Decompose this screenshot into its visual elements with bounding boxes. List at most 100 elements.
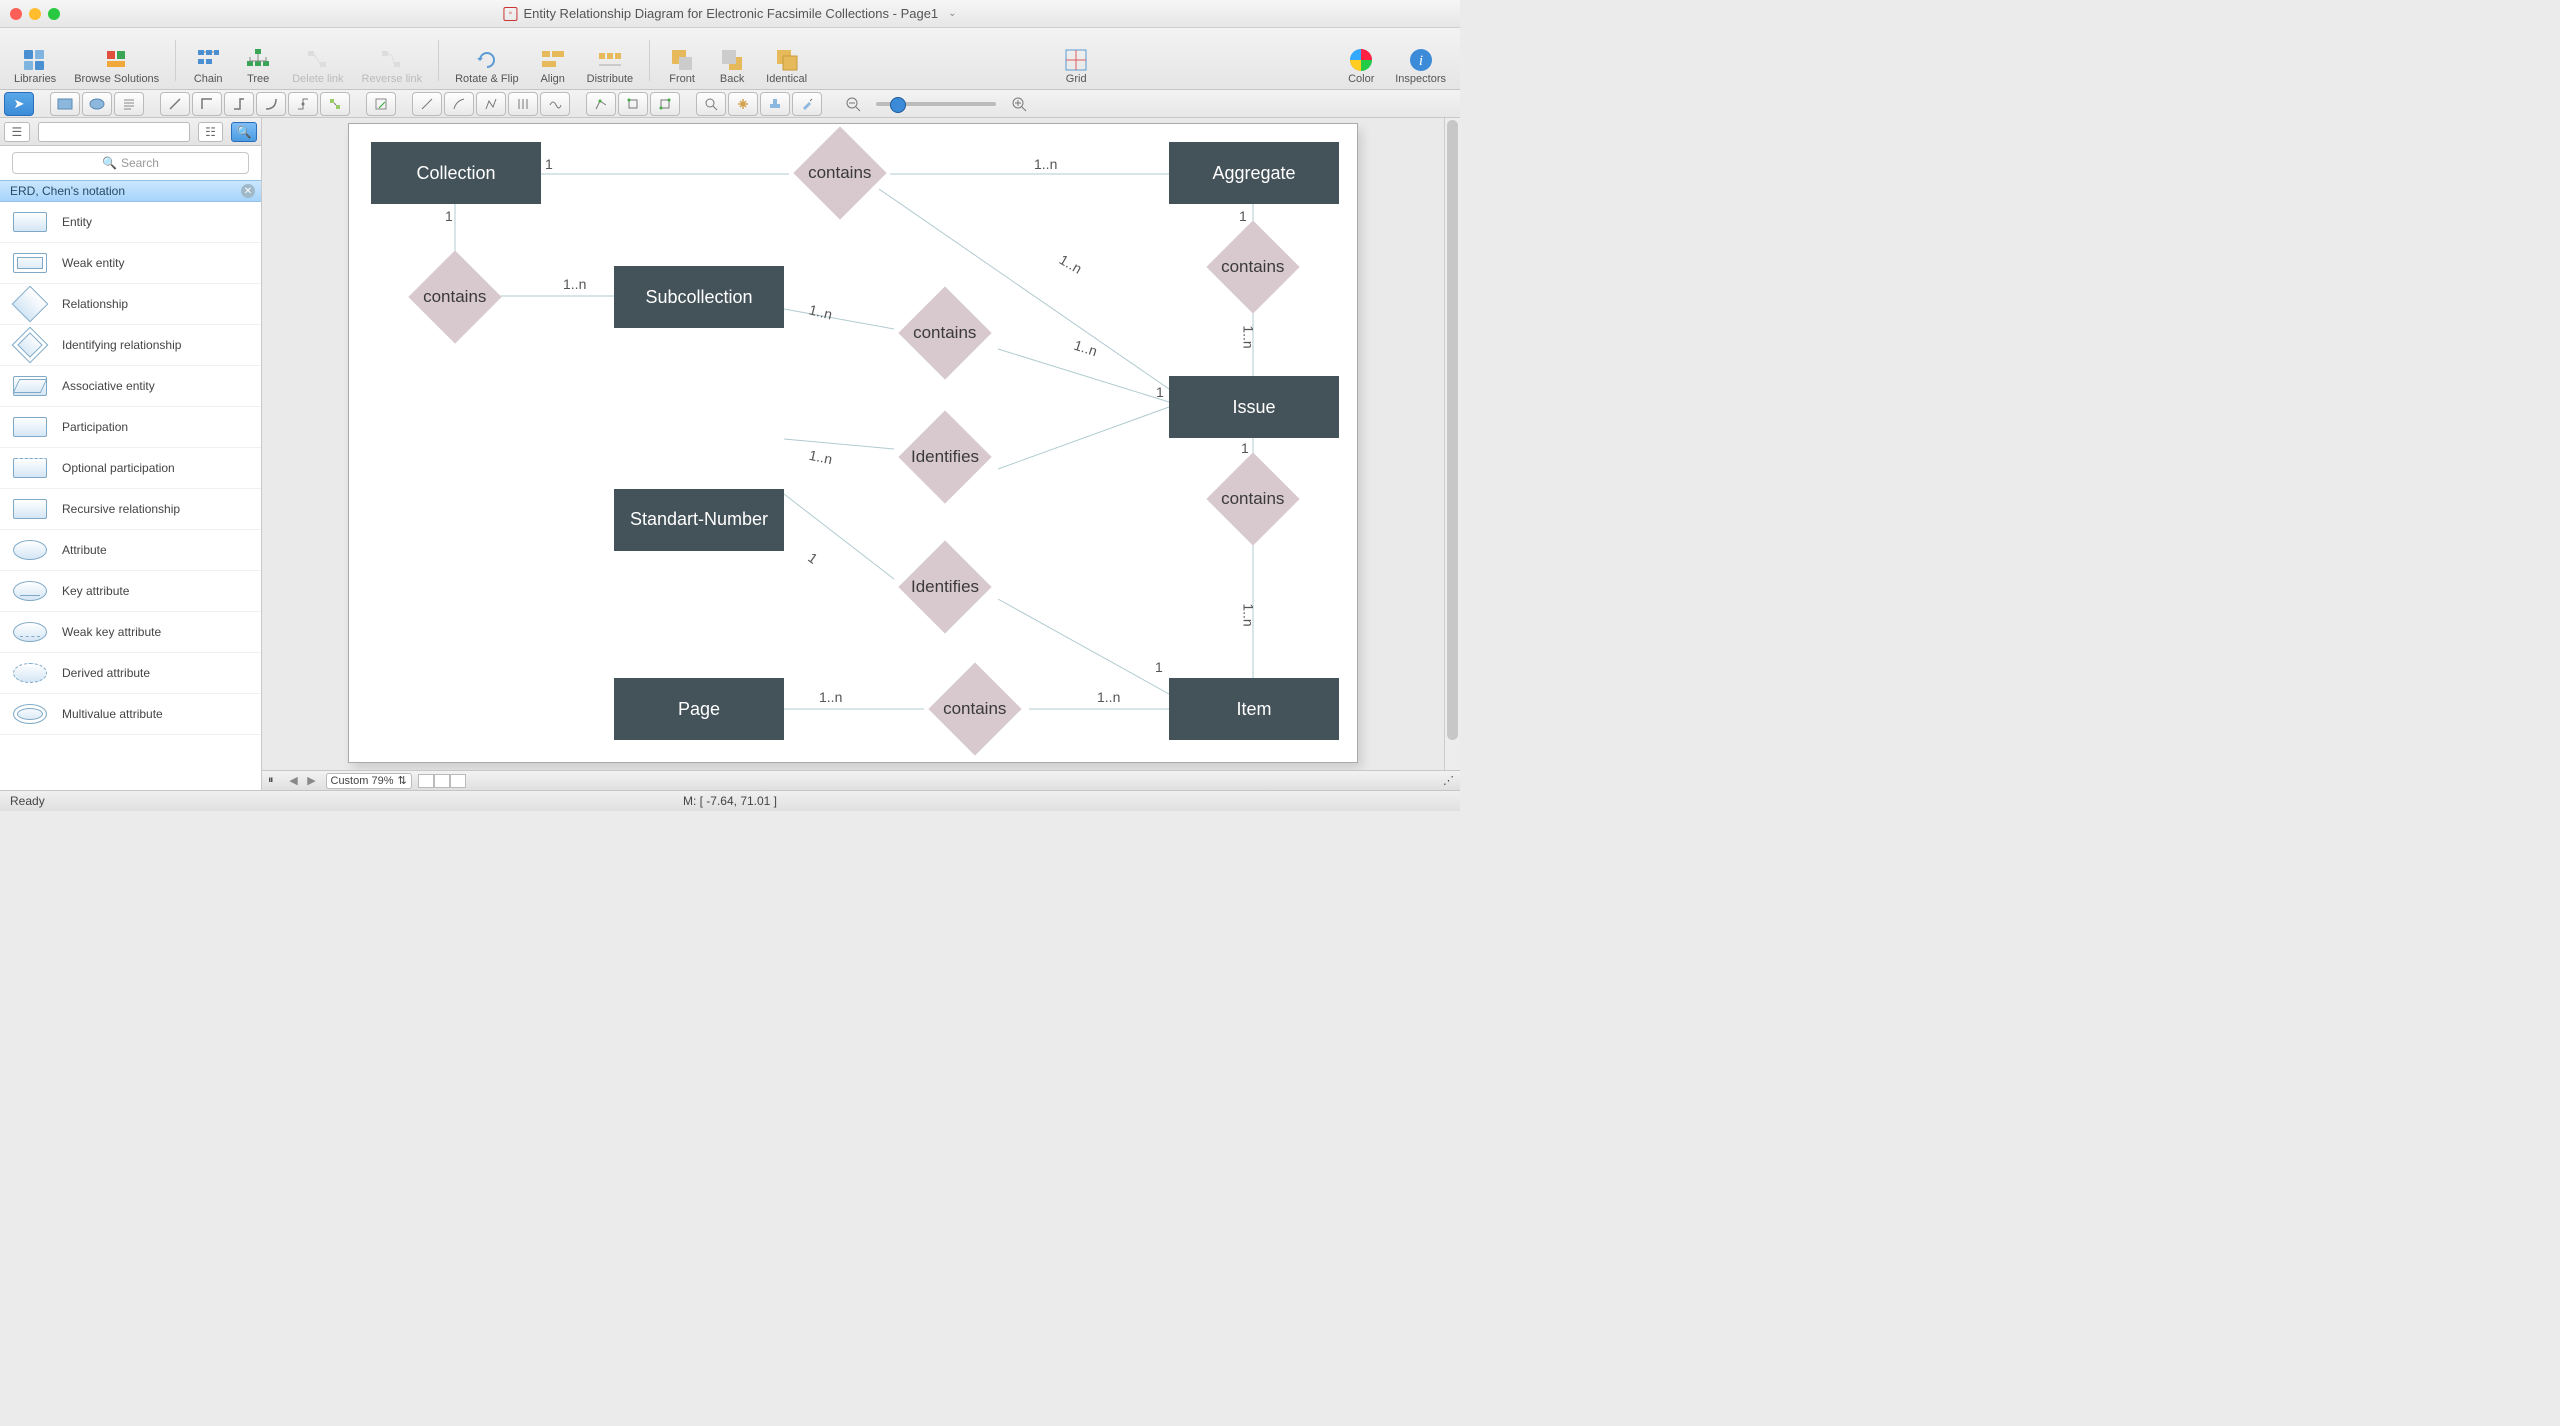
entity-standart-number[interactable]: Standart-Number	[614, 489, 784, 551]
search-mode-icon[interactable]: 🔍	[231, 122, 257, 142]
zoom-in-button[interactable]	[1004, 92, 1034, 116]
insert-tool[interactable]	[366, 92, 396, 116]
ellipse-tool[interactable]	[82, 92, 112, 116]
connector-tool-4[interactable]	[256, 92, 286, 116]
connector-tool-5[interactable]	[288, 92, 318, 116]
edit-tool-2[interactable]	[618, 92, 648, 116]
page-next-icon[interactable]: ▶	[304, 774, 320, 788]
back-button[interactable]: Back	[710, 34, 754, 87]
library-section-header[interactable]: ERD, Chen's notation ✕	[0, 180, 261, 202]
relationship-contains-1[interactable]: contains	[793, 126, 886, 219]
entity-collection[interactable]: Collection	[371, 142, 541, 204]
browse-solutions-button[interactable]: Browse Solutions	[68, 34, 165, 87]
line-tool-5[interactable]	[540, 92, 570, 116]
cardinality: 1	[1239, 208, 1247, 224]
relationship-contains-4[interactable]: contains	[1206, 220, 1299, 313]
connector-tool-1[interactable]	[160, 92, 190, 116]
lib-item-recursive-relationship[interactable]: Recursive relationship	[0, 489, 261, 530]
connector-lines	[349, 124, 1357, 762]
chevron-down-icon[interactable]: ⌄	[948, 8, 956, 19]
lib-item-weak-entity[interactable]: Weak entity	[0, 243, 261, 284]
relationship-contains-2[interactable]: contains	[408, 250, 501, 343]
grid-view-icon[interactable]: ☷	[198, 122, 224, 142]
lib-item-multivalue-attribute[interactable]: Multivalue attribute	[0, 694, 261, 735]
libraries-button[interactable]: Libraries	[8, 34, 62, 87]
view-mode-1[interactable]	[418, 774, 434, 788]
connector-tool-3[interactable]	[224, 92, 254, 116]
lib-item-attribute[interactable]: Attribute	[0, 530, 261, 571]
edit-tool-1[interactable]	[586, 92, 616, 116]
rotate-flip-button[interactable]: Rotate & Flip	[449, 34, 525, 87]
lib-item-associative-entity[interactable]: Associative entity	[0, 366, 261, 407]
relationship-contains-3[interactable]: contains	[898, 286, 991, 379]
entity-issue[interactable]: Issue	[1169, 376, 1339, 438]
entity-page[interactable]: Page	[614, 678, 784, 740]
chain-button[interactable]: Chain	[186, 34, 230, 87]
relationship-contains-5[interactable]: contains	[1206, 452, 1299, 545]
inspectors-button[interactable]: i Inspectors	[1389, 34, 1452, 87]
pan-tool[interactable]	[728, 92, 758, 116]
entity-label: Subcollection	[645, 287, 752, 308]
minimize-icon[interactable]	[29, 8, 41, 20]
identical-button[interactable]: Identical	[760, 34, 813, 87]
lib-item-participation[interactable]: Participation	[0, 407, 261, 448]
rectangle-tool[interactable]	[50, 92, 80, 116]
text-tool[interactable]	[114, 92, 144, 116]
connector-tool-2[interactable]	[192, 92, 222, 116]
eyedropper-tool[interactable]	[792, 92, 822, 116]
lib-item-relationship[interactable]: Relationship	[0, 284, 261, 325]
relationship-contains-6[interactable]: contains	[928, 662, 1021, 755]
front-button[interactable]: Front	[660, 34, 704, 87]
zoom-tool[interactable]	[696, 92, 726, 116]
pointer-tool[interactable]: ➤	[4, 92, 34, 116]
search-input[interactable]: 🔍 Search	[12, 152, 249, 174]
stamp-tool[interactable]	[760, 92, 790, 116]
connector-tool-6[interactable]	[320, 92, 350, 116]
reverse-link-button[interactable]: Reverse link	[356, 34, 429, 87]
tree-button[interactable]: Tree	[236, 34, 280, 87]
color-button[interactable]: Color	[1339, 34, 1383, 87]
line-tool-3[interactable]	[476, 92, 506, 116]
line-tool-4[interactable]	[508, 92, 538, 116]
page[interactable]: Collection Aggregate Subcollection Issue…	[348, 123, 1358, 763]
maximize-icon[interactable]	[48, 8, 60, 20]
library-filter-input[interactable]	[38, 122, 190, 142]
vertical-scrollbar[interactable]	[1444, 118, 1460, 770]
canvas[interactable]: Collection Aggregate Subcollection Issue…	[262, 118, 1460, 790]
grid-button[interactable]: Grid	[1054, 34, 1098, 87]
relation-label: contains	[913, 323, 976, 343]
entity-item[interactable]: Item	[1169, 678, 1339, 740]
lib-item-label: Attribute	[62, 543, 107, 557]
view-mode-3[interactable]	[450, 774, 466, 788]
entity-aggregate[interactable]: Aggregate	[1169, 142, 1339, 204]
libraries-label: Libraries	[14, 73, 56, 85]
close-icon[interactable]	[10, 8, 22, 20]
lib-item-entity[interactable]: Entity	[0, 202, 261, 243]
page-prev-icon[interactable]: ◀	[286, 774, 302, 788]
entity-subcollection[interactable]: Subcollection	[614, 266, 784, 328]
edit-tool-3[interactable]	[650, 92, 680, 116]
distribute-button[interactable]: Distribute	[581, 34, 639, 87]
lib-item-derived-attribute[interactable]: Derived attribute	[0, 653, 261, 694]
tree-view-icon[interactable]: ☰	[4, 122, 30, 142]
line-tool-2[interactable]	[444, 92, 474, 116]
lib-item-weak-key-attribute[interactable]: Weak key attribute	[0, 612, 261, 653]
pause-icon[interactable]: ⏸	[262, 774, 280, 787]
zoom-slider[interactable]	[876, 102, 996, 106]
align-button[interactable]: Align	[531, 34, 575, 87]
zoom-out-button[interactable]	[838, 92, 868, 116]
relationship-identifies-2[interactable]: Identifies	[898, 540, 991, 633]
lib-item-label: Derived attribute	[62, 666, 150, 680]
cardinality: 1..n	[1097, 689, 1120, 705]
line-tool-1[interactable]	[412, 92, 442, 116]
zoom-selector[interactable]: Custom 79% ⇅	[326, 773, 412, 789]
view-mode-2[interactable]	[434, 774, 450, 788]
delete-link-button[interactable]: Delete link	[286, 34, 349, 87]
lib-item-key-attribute[interactable]: Key attribute	[0, 571, 261, 612]
resize-handle-icon[interactable]: ⋰	[1437, 774, 1460, 787]
relationship-identifies-1[interactable]: Identifies	[898, 410, 991, 503]
lib-item-optional-participation[interactable]: Optional participation	[0, 448, 261, 489]
cardinality: 1..n	[1057, 251, 1085, 277]
lib-item-identifying-relationship[interactable]: Identifying relationship	[0, 325, 261, 366]
close-icon[interactable]: ✕	[241, 184, 255, 198]
